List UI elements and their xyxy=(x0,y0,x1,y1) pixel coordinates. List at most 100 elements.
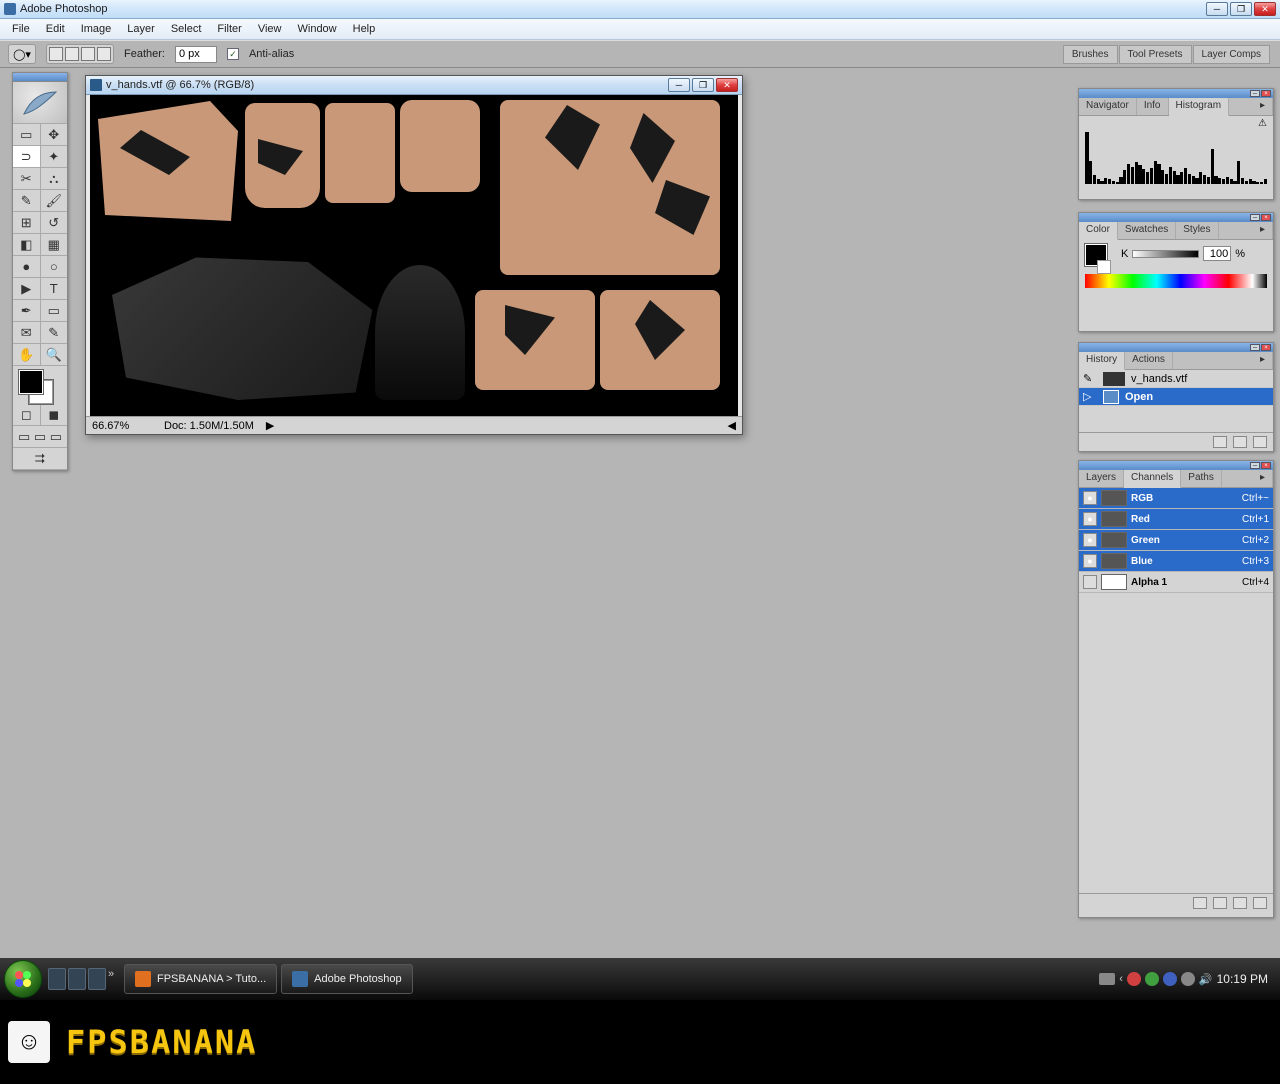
lasso-tool[interactable]: ⊃ xyxy=(13,146,41,167)
menu-layer[interactable]: Layer xyxy=(119,21,163,37)
palette-menu-icon[interactable]: ▸ xyxy=(1253,470,1273,487)
jump-to-imageready[interactable]: ⮆ xyxy=(13,448,67,469)
tray-chevron[interactable]: ‹ xyxy=(1119,973,1123,985)
color-swatches[interactable] xyxy=(13,366,67,404)
menu-image[interactable]: Image xyxy=(73,21,120,37)
start-button[interactable] xyxy=(4,960,42,998)
tab-histogram[interactable]: Histogram xyxy=(1169,98,1230,116)
quick-mask-toggle-on[interactable]: ◼ xyxy=(41,404,68,425)
history-brush-tool[interactable]: ↺ xyxy=(41,212,68,233)
new-doc-from-state-icon[interactable] xyxy=(1213,436,1227,448)
delete-state-icon[interactable] xyxy=(1253,436,1267,448)
history-step[interactable]: ▷ Open xyxy=(1079,388,1273,406)
tray-icon[interactable] xyxy=(1145,972,1159,986)
slice-tool[interactable]: ⛬ xyxy=(41,168,68,189)
visibility-icon[interactable]: ● xyxy=(1083,533,1097,547)
menu-view[interactable]: View xyxy=(250,21,290,37)
feather-input[interactable] xyxy=(175,46,217,63)
tab-channels[interactable]: Channels xyxy=(1124,470,1181,488)
pen-tool[interactable]: ✒ xyxy=(13,300,41,321)
marquee-tool[interactable]: ▭ xyxy=(13,124,41,145)
ql-chevron[interactable]: » xyxy=(108,968,118,990)
tool-preset-dropdown[interactable]: ◯▾ xyxy=(8,44,36,64)
eyedropper-tool[interactable]: ✎ xyxy=(41,322,68,343)
palette-header[interactable]: ─× xyxy=(1079,343,1273,352)
shape-tool[interactable]: ▭ xyxy=(41,300,68,321)
tray-icon[interactable] xyxy=(1163,972,1177,986)
palette-menu-icon[interactable]: ▸ xyxy=(1253,222,1273,239)
visibility-icon[interactable]: ● xyxy=(1083,491,1097,505)
ql-item[interactable] xyxy=(88,968,106,990)
visibility-icon[interactable]: ● xyxy=(1083,512,1097,526)
menu-filter[interactable]: Filter xyxy=(209,21,249,37)
tab-styles[interactable]: Styles xyxy=(1176,222,1218,239)
menu-edit[interactable]: Edit xyxy=(38,21,73,37)
palette-minimize-icon[interactable]: ─ xyxy=(1250,214,1260,221)
minimize-button[interactable]: ─ xyxy=(1206,2,1228,16)
palette-minimize-icon[interactable]: ─ xyxy=(1250,90,1260,97)
new-snapshot-icon[interactable] xyxy=(1233,436,1247,448)
stamp-tool[interactable]: ⊞ xyxy=(13,212,41,233)
channel-row[interactable]: ●RGBCtrl+~ xyxy=(1079,488,1273,509)
dodge-tool[interactable]: ○ xyxy=(41,256,68,277)
magic-wand-tool[interactable]: ✦ xyxy=(41,146,68,167)
palette-header[interactable]: ─× xyxy=(1079,213,1273,222)
notes-tool[interactable]: ✉ xyxy=(13,322,41,343)
new-channel-icon[interactable] xyxy=(1233,897,1247,909)
move-tool[interactable]: ✥ xyxy=(41,124,68,145)
palette-close-icon[interactable]: × xyxy=(1261,214,1271,221)
channel-row[interactable]: Alpha 1Ctrl+4 xyxy=(1079,572,1273,593)
tray-icon[interactable] xyxy=(1099,973,1115,985)
dock-tab-layer-comps[interactable]: Layer Comps xyxy=(1193,45,1270,64)
tab-layers[interactable]: Layers xyxy=(1079,470,1124,487)
visibility-icon[interactable]: ● xyxy=(1083,554,1097,568)
tab-navigator[interactable]: Navigator xyxy=(1079,98,1137,115)
crop-tool[interactable]: ✂ xyxy=(13,168,41,189)
toolbox-drag-handle[interactable] xyxy=(13,73,67,82)
palette-menu-icon[interactable]: ▸ xyxy=(1253,98,1273,115)
screen-mode[interactable]: ▭ ▭ ▭ xyxy=(13,426,67,447)
tab-paths[interactable]: Paths xyxy=(1181,470,1222,487)
brush-source-icon[interactable]: ✎ xyxy=(1083,372,1097,385)
palette-minimize-icon[interactable]: ─ xyxy=(1250,344,1260,351)
volume-icon[interactable]: 🔊 xyxy=(1199,973,1213,986)
k-input[interactable] xyxy=(1203,246,1231,261)
type-tool[interactable]: T xyxy=(41,278,68,299)
hand-tool[interactable]: ✋ xyxy=(13,344,41,365)
background-swatch[interactable] xyxy=(1097,260,1111,274)
dock-tab-brushes[interactable]: Brushes xyxy=(1063,45,1118,64)
doc-info-menu[interactable]: ▶ xyxy=(266,419,274,432)
healing-tool[interactable]: ✎ xyxy=(13,190,41,211)
ql-show-desktop[interactable] xyxy=(48,968,66,990)
scroll-left-icon[interactable]: ◀ xyxy=(728,419,736,432)
selection-mode[interactable] xyxy=(46,44,114,64)
tray-icon[interactable] xyxy=(1181,972,1195,986)
menu-help[interactable]: Help xyxy=(345,21,384,37)
maximize-button[interactable]: ❐ xyxy=(1230,2,1252,16)
palette-header[interactable]: ─× xyxy=(1079,461,1273,470)
zoom-tool[interactable]: 🔍 xyxy=(41,344,68,365)
k-slider[interactable] xyxy=(1132,250,1199,258)
channel-row[interactable]: ●RedCtrl+1 xyxy=(1079,509,1273,530)
tray-icon[interactable] xyxy=(1127,972,1141,986)
palette-menu-icon[interactable]: ▸ xyxy=(1253,352,1273,369)
menu-select[interactable]: Select xyxy=(163,21,210,37)
doc-maximize-button[interactable]: ❐ xyxy=(692,78,714,92)
tab-history[interactable]: History xyxy=(1079,352,1125,370)
document-titlebar[interactable]: v_hands.vtf @ 66.7% (RGB/8) ─ ❐ ✕ xyxy=(86,76,742,95)
taskbar-clock[interactable]: 10:19 PM xyxy=(1217,972,1268,986)
palette-header[interactable]: ─× xyxy=(1079,89,1273,98)
palette-minimize-icon[interactable]: ─ xyxy=(1250,462,1260,469)
channel-row[interactable]: ●GreenCtrl+2 xyxy=(1079,530,1273,551)
palette-close-icon[interactable]: × xyxy=(1261,90,1271,97)
load-selection-icon[interactable] xyxy=(1193,897,1207,909)
taskbar-item-photoshop[interactable]: Adobe Photoshop xyxy=(281,964,412,994)
palette-close-icon[interactable]: × xyxy=(1261,462,1271,469)
visibility-icon[interactable] xyxy=(1083,575,1097,589)
blur-tool[interactable]: ● xyxy=(13,256,41,277)
tab-color[interactable]: Color xyxy=(1079,222,1118,240)
antialias-checkbox[interactable]: ✓ xyxy=(227,48,239,60)
history-snapshot[interactable]: ✎ v_hands.vtf xyxy=(1079,370,1273,388)
tab-swatches[interactable]: Swatches xyxy=(1118,222,1176,239)
gradient-tool[interactable]: ▦ xyxy=(41,234,68,255)
